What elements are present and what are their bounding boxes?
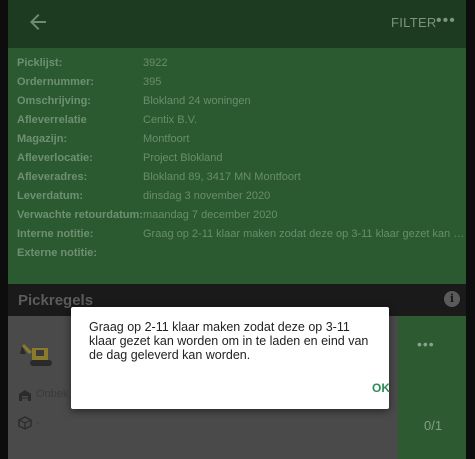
- right-border: [466, 0, 475, 459]
- info-label: Afleverrelatie: [17, 114, 87, 126]
- filter-button[interactable]: FILTER: [391, 15, 437, 30]
- info-icon[interactable]: i: [444, 291, 460, 307]
- info-row-afleverrelatie: Afleverrelatie Centix B.V.: [17, 114, 467, 133]
- info-value: Graag op 2-11 klaar maken zodat deze op …: [143, 228, 467, 240]
- more-options-button[interactable]: •••: [436, 12, 456, 30]
- info-row-leverdatum: Leverdatum: dinsdag 3 november 2020: [17, 190, 467, 209]
- excavator-icon: [20, 344, 52, 366]
- info-row-interne-notitie: Interne notitie: Graag op 2-11 klaar mak…: [17, 228, 467, 247]
- app-frame: FILTER ••• Picklijst: 3922 Ordernummer: …: [0, 0, 475, 459]
- info-row-omschrijving: Omschrijving: Blokland 24 woningen: [17, 95, 467, 114]
- warehouse-icon: [19, 390, 31, 401]
- info-row-externe-notitie: Externe notitie:: [17, 247, 467, 266]
- info-row-retourdatum: Verwachte retourdatum: maandag 7 decembe…: [17, 209, 467, 228]
- info-label: Leverdatum:: [17, 190, 84, 202]
- picked-quantity: 0/1: [424, 418, 443, 433]
- article-text: -: [36, 417, 40, 429]
- note-dialog: Graag op 2-11 klaar maken zodat deze op …: [71, 307, 390, 409]
- ok-button[interactable]: OK: [372, 381, 390, 395]
- info-row-afleveradres: Afleveradres: Blokland 89, 3417 MN Montf…: [17, 171, 467, 190]
- info-value: Montfoort: [143, 133, 190, 145]
- left-border: [0, 0, 8, 459]
- info-label: Picklijst:: [17, 57, 63, 69]
- dialog-message: Graag op 2-11 klaar maken zodat deze op …: [89, 320, 369, 362]
- info-label: Magazijn:: [17, 133, 68, 145]
- info-label: Externe notitie:: [17, 247, 98, 259]
- info-row-picklijst: Picklijst: 3922: [17, 57, 467, 76]
- info-value: Project Blokland: [143, 152, 223, 164]
- info-label: Verwachte retourdatum:: [17, 209, 143, 221]
- info-value: dinsdag 3 november 2020: [143, 190, 271, 202]
- card-more-button[interactable]: •••: [417, 336, 435, 352]
- info-value: Blokland 89, 3417 MN Montfoort: [143, 171, 301, 183]
- order-info-panel: Picklijst: 3922 Ordernummer: 395 Omschri…: [8, 48, 467, 284]
- info-row-ordernummer: Ordernummer: 395: [17, 76, 467, 95]
- info-label: Afleverlocatie:: [17, 152, 93, 164]
- info-value: Centix B.V.: [143, 114, 198, 126]
- info-value: 395: [143, 76, 162, 88]
- info-label: Omschrijving:: [17, 95, 91, 107]
- cube-icon: [18, 416, 32, 430]
- info-label: Ordernummer:: [17, 76, 95, 88]
- info-label: Afleveradres:: [17, 171, 88, 183]
- app-bar: FILTER •••: [8, 0, 466, 48]
- info-value: Blokland 24 woningen: [143, 95, 251, 107]
- back-button[interactable]: [26, 10, 54, 38]
- arrow-left-icon: [30, 14, 46, 30]
- info-row-afleverlocatie: Afleverlocatie: Project Blokland: [17, 152, 467, 171]
- info-value: 3922: [143, 57, 168, 69]
- location-text: Onbek: [36, 388, 69, 400]
- pick-line-actions: ••• 0/1: [398, 316, 466, 459]
- info-value: maandag 7 december 2020: [143, 209, 278, 221]
- info-row-magazijn: Magazijn: Montfoort: [17, 133, 467, 152]
- info-label: Interne notitie:: [17, 228, 94, 240]
